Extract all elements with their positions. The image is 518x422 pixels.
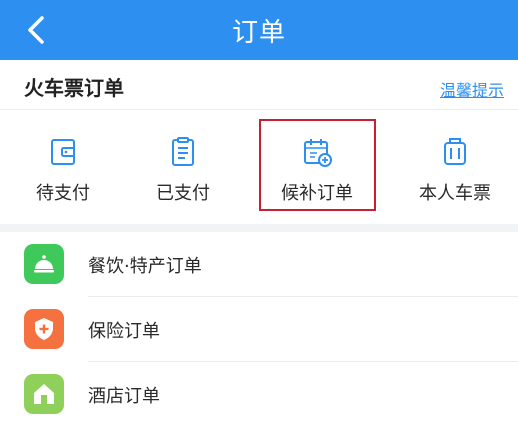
waitlist-orders-button[interactable]: 候补订单 (262, 129, 372, 209)
calendar-add-icon (304, 139, 332, 167)
own-tickets-label: 本人车票 (419, 183, 491, 204)
ticket-quick-actions: 待支付 已支付 候补订单 本人车票 (0, 111, 518, 224)
dining-bell-icon (24, 244, 64, 284)
waitlist-orders-label: 候补订单 (281, 183, 353, 204)
receipt-icon (172, 137, 194, 166)
hotel-house-icon (24, 374, 64, 414)
section-title: 火车票订单 (24, 76, 124, 100)
list-item-hotel-orders[interactable]: 酒店订单 (0, 362, 518, 422)
list-item-label: 餐饮·特产订单 (88, 256, 202, 277)
own-tickets-button[interactable]: 本人车票 (400, 129, 510, 209)
list-item-label: 保险订单 (88, 321, 160, 342)
top-nav-bar: 订单 (0, 0, 518, 60)
shield-plus-icon (24, 309, 64, 349)
train-ticket-section-header: 火车票订单 温馨提示 (0, 60, 518, 110)
pending-payment-label: 待支付 (36, 183, 90, 204)
list-item-label: 酒店订单 (88, 386, 160, 407)
section-divider (0, 224, 518, 232)
pending-payment-button[interactable]: 待支付 (8, 129, 118, 209)
tips-link[interactable]: 温馨提示 (440, 77, 504, 101)
list-item-insurance-orders[interactable]: 保险订单 (0, 297, 518, 361)
paid-orders-label: 已支付 (156, 183, 210, 204)
list-item-dining-orders[interactable]: 餐饮·特产订单 (0, 232, 518, 296)
luggage-icon (444, 138, 466, 165)
paid-orders-button[interactable]: 已支付 (128, 129, 238, 209)
page-title: 订单 (231, 17, 286, 48)
wallet-icon (51, 139, 75, 165)
